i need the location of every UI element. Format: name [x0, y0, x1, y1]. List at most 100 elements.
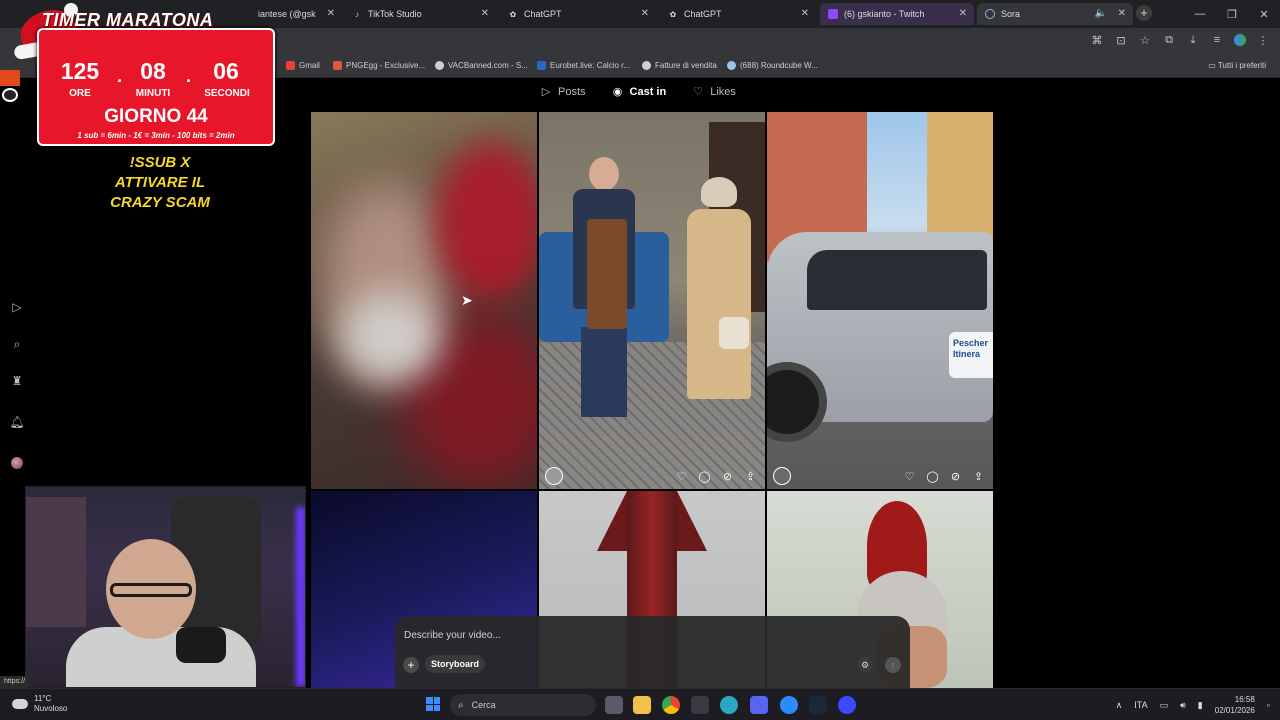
tab-sora[interactable]: Sora 🔈 ✕: [977, 3, 1133, 25]
close-icon[interactable]: ✕: [327, 8, 335, 19]
bookmark-vacbanned[interactable]: VACBanned.com - S...: [435, 61, 528, 70]
settings-icon[interactable]: ⚙: [857, 657, 873, 673]
volume-icon[interactable]: 🔊︎: [1180, 700, 1186, 711]
video-tile-car[interactable]: Pescher Itinera ♡ ◯ ⊘ ⇪: [767, 112, 993, 489]
close-icon[interactable]: ✕: [959, 8, 967, 19]
tab-label: iantese (@gsk: [258, 9, 316, 19]
explore-icon[interactable]: ▷: [9, 299, 25, 315]
close-icon[interactable]: ✕: [1118, 8, 1126, 19]
clock-time: 16:58: [1234, 695, 1255, 704]
new-tab-button[interactable]: +: [1136, 5, 1152, 21]
close-window-icon[interactable]: ✕: [1248, 8, 1280, 21]
chevron-up-icon[interactable]: ∧: [1116, 700, 1123, 711]
mute-icon[interactable]: 🔈: [1095, 8, 1107, 19]
bookmark-fatture[interactable]: Fatture di vendita: [642, 61, 717, 70]
video-tile-butcher[interactable]: ♡ ◯ ⊘ ⇪: [539, 112, 765, 489]
maximize-icon[interactable]: ❐: [1216, 8, 1248, 21]
profile-icon[interactable]: [1234, 34, 1246, 46]
tab-posts[interactable]: ▷ Posts: [540, 86, 586, 98]
clock[interactable]: 16:58 02/01/2026: [1215, 694, 1255, 716]
notification-icon[interactable]: ▫: [1267, 700, 1270, 710]
taskbar-search[interactable]: ⌕ Cerca: [450, 694, 596, 716]
tab-chatgpt-2[interactable]: ✿ ChatGPT ✕: [660, 3, 816, 25]
chatgpt-icon: ✿: [509, 9, 517, 19]
fin-shape: [597, 491, 627, 551]
remix-icon[interactable]: ⊘: [721, 470, 734, 483]
avatar[interactable]: [11, 457, 23, 469]
bookmark-roundcube[interactable]: (688) Roundcube W...: [727, 61, 818, 70]
minimize-icon[interactable]: —: [1184, 8, 1216, 20]
steam-icon[interactable]: [809, 696, 827, 714]
search-icon[interactable]: ⌕: [9, 336, 25, 352]
avatar[interactable]: [773, 467, 791, 485]
tab-label: (6) gskianto - Twitch: [844, 9, 925, 19]
bookmark-eurobet[interactable]: Eurobet.live: Calcio r...: [537, 61, 630, 70]
comment-icon[interactable]: ◯: [698, 470, 711, 483]
tab-cast-in[interactable]: ◉ Cast in: [612, 86, 667, 98]
blur-shape: [436, 142, 537, 302]
heart-icon: ♡: [693, 86, 704, 98]
app-icon[interactable]: [780, 696, 798, 714]
language-indicator[interactable]: ITA: [1134, 700, 1147, 710]
tab-twitch[interactable]: (6) gskianto - Twitch ✕: [820, 3, 974, 25]
timer-title: TIMER MARATONA: [42, 10, 214, 30]
trophy-icon[interactable]: ♜: [9, 373, 25, 389]
bookmark-label: (688) Roundcube W...: [740, 61, 818, 70]
app-icon[interactable]: [720, 696, 738, 714]
add-button[interactable]: +: [403, 657, 419, 673]
share-icon[interactable]: ⇪: [744, 470, 757, 483]
avatar[interactable]: [545, 467, 563, 485]
app-icon[interactable]: [691, 696, 709, 714]
discord-icon[interactable]: [750, 696, 768, 714]
extensions-icon[interactable]: ⧉: [1162, 34, 1176, 47]
search-icon: ⌕: [458, 699, 464, 711]
bell-icon[interactable]: 🔔︎: [9, 414, 25, 430]
tab-chatgpt-1[interactable]: ✿ ChatGPT ✕: [500, 3, 656, 25]
gmail-icon: [286, 61, 295, 70]
battery-icon[interactable]: ▮: [1198, 700, 1203, 711]
marathon-timer: [37, 28, 275, 146]
video-tile-blurred[interactable]: [311, 112, 537, 489]
download-icon[interactable]: ⤓: [1186, 34, 1200, 47]
heart-icon[interactable]: ♡: [675, 470, 688, 483]
heart-icon[interactable]: ♡: [903, 470, 916, 483]
file-explorer-icon[interactable]: [633, 696, 651, 714]
system-tray: ∧ ITA ▭ 🔊︎ ▮ 16:58 02/01/2026 ▫: [1116, 694, 1270, 716]
comment-icon[interactable]: ◯: [926, 470, 939, 483]
send-icon[interactable]: ↑: [885, 657, 901, 673]
storyboard-button[interactable]: Storyboard: [425, 655, 486, 673]
star-icon[interactable]: ☆: [1138, 34, 1152, 47]
sub-message: !SSUB X ATTIVARE IL CRAZY SCAM: [80, 153, 240, 213]
app-icon[interactable]: [838, 696, 856, 714]
close-icon[interactable]: ✕: [641, 8, 649, 19]
translate-icon[interactable]: ⌘: [1090, 34, 1104, 47]
chrome-icon[interactable]: [662, 696, 680, 714]
all-bookmarks-folder[interactable]: ▭ Tutti i preferiti: [1208, 61, 1266, 70]
sub-message-line: !SSUB X: [129, 154, 191, 171]
tab-label: Cast in: [629, 86, 667, 98]
network-icon[interactable]: ▭: [1160, 700, 1169, 711]
tab-tiktok-profile[interactable]: iantese (@gsk ✕: [250, 3, 342, 25]
task-view-icon[interactable]: [605, 696, 623, 714]
bookmark-pngegg[interactable]: PNGEgg - Exclusive...: [333, 61, 425, 70]
bookmark-label: Gmail: [299, 61, 320, 70]
prompt-input[interactable]: [404, 626, 804, 644]
chatgpt-icon: ✿: [669, 9, 677, 19]
start-button[interactable]: [426, 697, 440, 711]
remix-icon[interactable]: ⊘: [949, 470, 962, 483]
weather-widget[interactable]: 11°C Nuvoloso: [12, 694, 67, 714]
close-icon[interactable]: ✕: [481, 8, 489, 19]
tab-likes[interactable]: ♡ Likes: [692, 86, 736, 98]
fin-shape: [677, 491, 707, 551]
menu-icon[interactable]: ⋮: [1256, 34, 1270, 47]
bookmark-gmail[interactable]: Gmail: [286, 61, 320, 70]
timer-separator: .: [117, 66, 123, 86]
bookmark-label: Eurobet.live: Calcio r...: [550, 61, 631, 70]
tab-tiktok-studio[interactable]: ♪ TikTok Studio ✕: [344, 3, 496, 25]
close-icon[interactable]: ✕: [801, 8, 809, 19]
weather-temp: 11°C: [34, 694, 52, 703]
media-icon[interactable]: ≡: [1210, 34, 1224, 47]
all-bookmarks-label: Tutti i preferiti: [1217, 61, 1266, 70]
install-icon[interactable]: ⊡: [1114, 34, 1128, 47]
share-icon[interactable]: ⇪: [972, 470, 985, 483]
